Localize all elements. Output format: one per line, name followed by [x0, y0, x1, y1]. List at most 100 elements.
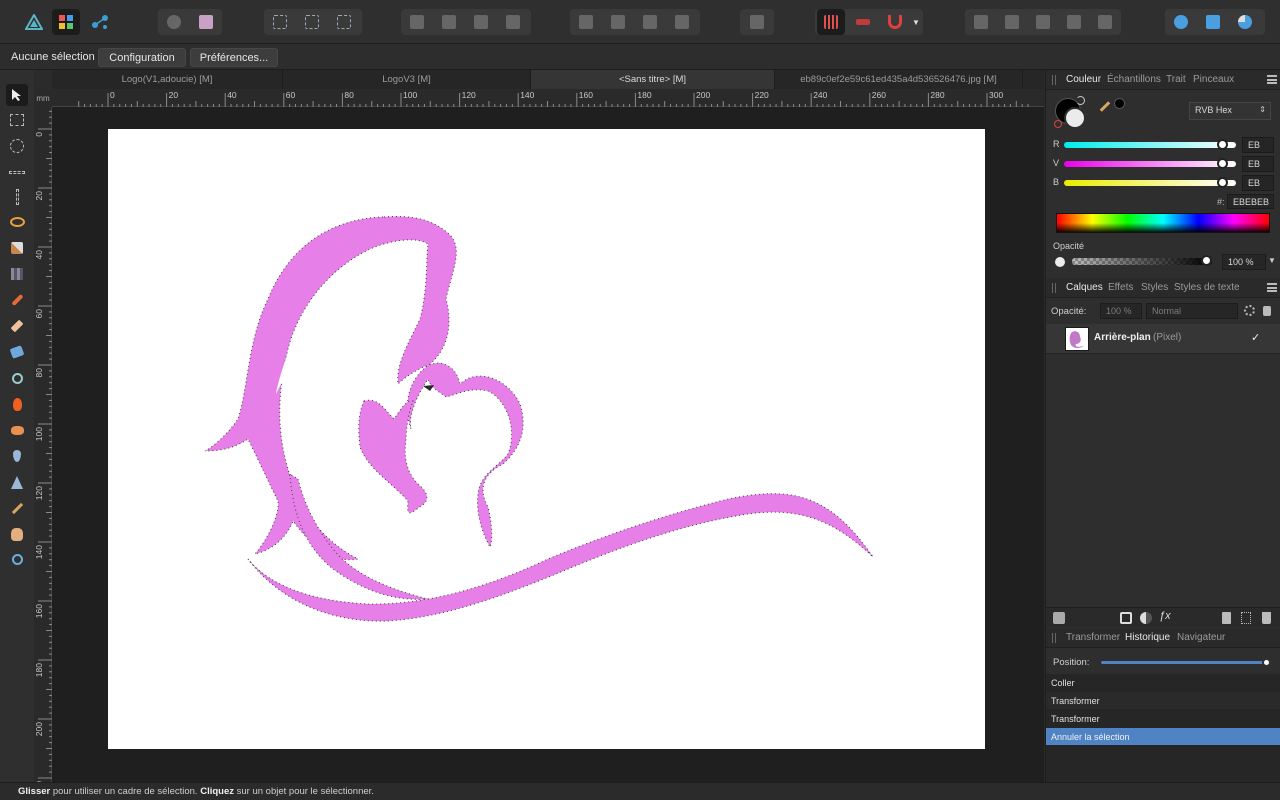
mask-layer-icon[interactable]	[1120, 612, 1132, 624]
red-value[interactable]: EB	[1242, 137, 1274, 153]
tab-navigator[interactable]: Navigateur	[1177, 632, 1225, 643]
opacity-dropdown-icon[interactable]: ▼	[1268, 256, 1276, 265]
add-layer-icon[interactable]	[967, 9, 995, 35]
tab-color[interactable]: Couleur	[1066, 74, 1101, 85]
xor-icon[interactable]	[1060, 9, 1088, 35]
tab-brushes[interactable]: Pinceaux	[1193, 74, 1234, 85]
smudge-icon[interactable]	[8, 421, 26, 439]
layer-row[interactable]: Arrière-plan (Pixel) ✓	[1046, 324, 1280, 354]
layer-visibility-checkbox[interactable]: ✓	[1251, 331, 1260, 344]
layer-settings-gear-icon[interactable]	[1244, 305, 1255, 316]
tab-swatches[interactable]: Échantillons	[1107, 74, 1161, 85]
layer-opacity-input[interactable]: 100 %	[1100, 303, 1142, 319]
fx-icon[interactable]: ƒx	[1159, 610, 1171, 622]
panel-grip-icon[interactable]	[1052, 75, 1056, 85]
arrange-front-icon[interactable]	[499, 9, 527, 35]
deselect-icon[interactable]	[298, 9, 326, 35]
slider-red[interactable]: R EB	[1046, 137, 1280, 155]
column-marquee-icon[interactable]	[8, 188, 26, 206]
grid-icon[interactable]	[817, 9, 845, 35]
history-item-selected[interactable]: Annuler la sélection	[1046, 728, 1280, 745]
stroke-color-well[interactable]	[1064, 107, 1086, 129]
opacity-track[interactable]	[1072, 255, 1212, 266]
layers-stack-icon[interactable]	[1053, 612, 1065, 624]
green-knob[interactable]	[1216, 158, 1228, 169]
red-knob[interactable]	[1216, 139, 1228, 150]
eyedropper-icon[interactable]	[1099, 101, 1111, 112]
selection-brush-icon[interactable]	[8, 239, 26, 257]
rectangular-marquee-icon[interactable]	[8, 111, 26, 129]
view-mode-icon[interactable]	[1199, 9, 1227, 35]
configuration-button[interactable]: Configuration	[98, 48, 186, 67]
split-view-icon[interactable]	[1231, 9, 1259, 35]
row-marquee-icon[interactable]	[8, 163, 26, 181]
color-spectrum[interactable]	[1056, 213, 1270, 233]
blend-mode-select[interactable]: Normal	[1146, 303, 1238, 319]
vertical-ruler[interactable]: 02040608010012014016018020020	[34, 107, 52, 790]
green-track[interactable]	[1064, 158, 1236, 169]
blue-knob[interactable]	[1216, 177, 1228, 188]
color-picker-icon[interactable]	[8, 499, 26, 517]
freehand-selection-icon[interactable]	[8, 213, 26, 231]
arrange-back-icon[interactable]	[403, 9, 431, 35]
red-track[interactable]	[1064, 139, 1236, 150]
align-icon[interactable]	[743, 9, 771, 35]
flood-select-icon[interactable]	[8, 265, 26, 283]
tab-text-styles[interactable]: Styles de texte	[1174, 282, 1240, 293]
assistant-icon[interactable]	[1167, 9, 1195, 35]
tab-untitled[interactable]: <Sans titre> [M]	[531, 70, 775, 89]
elliptical-marquee-icon[interactable]	[8, 137, 26, 155]
hex-input[interactable]: EBEBEB	[1227, 194, 1274, 209]
flip-vertical-icon[interactable]	[604, 9, 632, 35]
blue-track[interactable]	[1064, 177, 1236, 188]
constraints-icon[interactable]	[849, 9, 877, 35]
delete-layer-icon[interactable]	[1262, 612, 1271, 624]
sharpen-icon[interactable]	[8, 473, 26, 491]
tab-styles[interactable]: Styles	[1141, 282, 1168, 293]
layer-lock-icon[interactable]	[1263, 306, 1271, 316]
snapping-magnet-icon[interactable]	[881, 9, 909, 35]
new-group-icon[interactable]	[1241, 612, 1251, 624]
select-all-icon[interactable]	[266, 9, 294, 35]
panel-menu-icon[interactable]	[1267, 283, 1277, 292]
blur-drop-icon[interactable]	[8, 447, 26, 465]
move-tool-icon[interactable]	[6, 84, 28, 106]
blue-value[interactable]: EB	[1242, 175, 1274, 191]
rotate-left-icon[interactable]	[636, 9, 664, 35]
snapping-dropdown-chevron-icon[interactable]: ▼	[910, 9, 922, 35]
slider-blue[interactable]: B EB	[1046, 175, 1280, 193]
new-pixel-layer-icon[interactable]	[1222, 612, 1231, 624]
history-position-track[interactable]	[1101, 658, 1271, 667]
history-item[interactable]: Transformer	[1046, 710, 1280, 727]
designer-persona-icon[interactable]	[20, 9, 48, 35]
tab-stroke[interactable]: Trait	[1166, 74, 1186, 85]
invert-selection-icon[interactable]	[330, 9, 358, 35]
green-value[interactable]: EB	[1242, 156, 1274, 172]
tab-effects[interactable]: Effets	[1108, 282, 1133, 293]
arrange-backward-icon[interactable]	[435, 9, 463, 35]
tone-mapping-icon[interactable]	[192, 9, 220, 35]
opacity-value[interactable]: 100 %	[1222, 254, 1266, 270]
intersect-icon[interactable]	[1029, 9, 1057, 35]
tab-layers[interactable]: Calques	[1066, 282, 1103, 293]
tab-jpg-image[interactable]: eb89c0ef2e59c61ed435a4d536526476.jpg [M]	[775, 70, 1023, 89]
panel-grip-icon[interactable]	[1052, 283, 1056, 293]
opacity-knob[interactable]	[1201, 255, 1212, 266]
photo-persona-icon[interactable]	[52, 9, 80, 35]
paint-brush-icon[interactable]	[8, 291, 26, 309]
swap-colors-icon[interactable]	[1076, 96, 1085, 105]
tab-logo-v3[interactable]: LogoV3 [M]	[283, 70, 531, 89]
tab-logo-v1[interactable]: Logo(V1,adoucie) [M]	[52, 70, 283, 89]
develop-icon[interactable]	[160, 9, 188, 35]
adjustment-layer-icon[interactable]	[1140, 612, 1152, 624]
panel-grip-icon[interactable]	[1052, 633, 1056, 643]
no-color-icon[interactable]	[1054, 120, 1062, 128]
arrange-forward-icon[interactable]	[467, 9, 495, 35]
panel-menu-icon[interactable]	[1267, 75, 1277, 84]
export-persona-icon[interactable]	[86, 9, 114, 35]
hand-icon[interactable]	[8, 525, 26, 543]
picked-color-swatch[interactable]	[1114, 98, 1125, 109]
flip-horizontal-icon[interactable]	[572, 9, 600, 35]
slider-green[interactable]: V EB	[1046, 156, 1280, 174]
history-position-knob[interactable]	[1262, 658, 1271, 667]
